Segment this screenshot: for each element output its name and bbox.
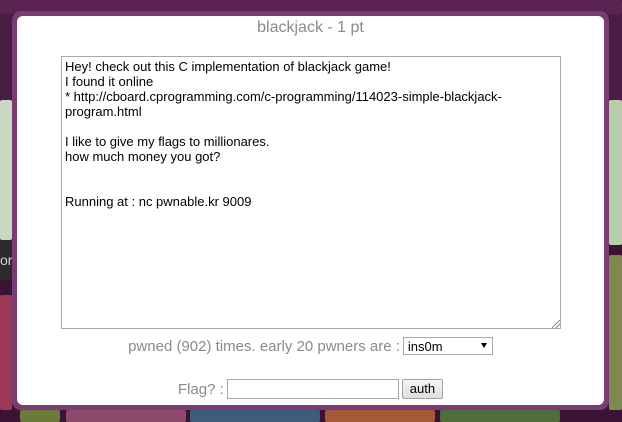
auth-button[interactable]: auth [401,379,444,399]
resize-grip-icon[interactable] [552,320,560,328]
challenge-title: blackjack - 1 pt [257,19,364,36]
flag-input[interactable] [226,379,399,399]
background-tile [440,410,560,422]
background-tile [0,100,12,240]
chevron-down-icon [480,343,487,348]
background-tile [609,255,622,410]
pwned-count-text: pwned (902) times. early 20 pwners are : [128,337,400,355]
pwned-row: pwned (902) times. early 20 pwners are :… [17,335,604,357]
background-tile [0,295,12,410]
background-tile [325,410,435,422]
background-tile [609,14,622,100]
flag-label: Flag? : [177,380,224,398]
challenge-description[interactable]: Hey! check out this C implementation of … [61,56,561,329]
background-tile [190,410,320,422]
background-tile [20,410,60,422]
pwners-select-value: ins0m [407,338,443,354]
challenge-modal: blackjack - 1 pt Hey! check out this C i… [12,11,609,410]
background-tile [66,410,186,422]
flag-row: Flag? : auth [17,377,604,401]
pwners-select[interactable]: ins0m [402,337,493,355]
background-tile [609,100,622,245]
background-text: or [0,252,13,268]
challenge-modal-body: blackjack - 1 pt Hey! check out this C i… [17,16,604,405]
background-tile [0,14,12,100]
